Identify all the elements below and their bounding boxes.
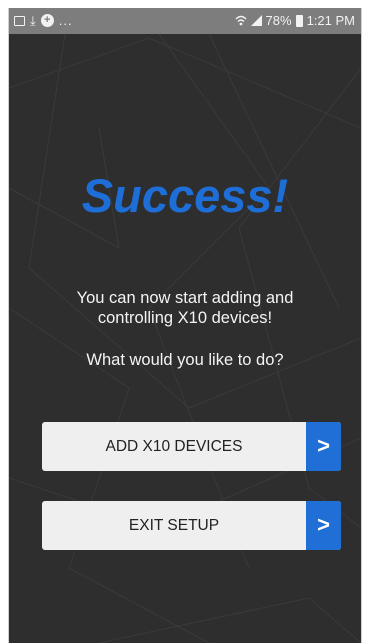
add-x10-devices-button[interactable]: ADD X10 DEVICES > — [42, 422, 341, 471]
more-notifications: ... — [58, 13, 73, 28]
success-title: Success! — [81, 169, 289, 222]
chevron-right-icon[interactable]: > — [306, 501, 341, 550]
download-icon: ⤓ — [30, 12, 36, 28]
signal-icon — [250, 15, 262, 26]
add-circle-icon: + — [40, 14, 54, 27]
status-bar: ⤓ + ... 78% 1:21 PM — [9, 8, 361, 34]
system-status: 78% 1:21 PM — [235, 13, 355, 28]
question-text: What would you like to do? — [86, 351, 284, 369]
add-x10-devices-label: ADD X10 DEVICES — [105, 438, 243, 455]
success-message: You can now start adding and controlling… — [76, 289, 294, 327]
phone-screen: ⤓ + ... 78% 1:21 PM Success! You can now… — [8, 8, 362, 643]
notification-icons: ⤓ + ... — [14, 13, 73, 28]
clock: 1:21 PM — [306, 13, 355, 28]
battery-percent: 78% — [265, 13, 292, 28]
exit-setup-label: EXIT SETUP — [128, 517, 220, 534]
battery-icon — [295, 14, 303, 27]
wifi-icon — [235, 15, 247, 26]
chevron-right-icon[interactable]: > — [306, 422, 341, 471]
exit-setup-button[interactable]: EXIT SETUP > — [42, 501, 341, 550]
gallery-icon — [14, 15, 25, 26]
